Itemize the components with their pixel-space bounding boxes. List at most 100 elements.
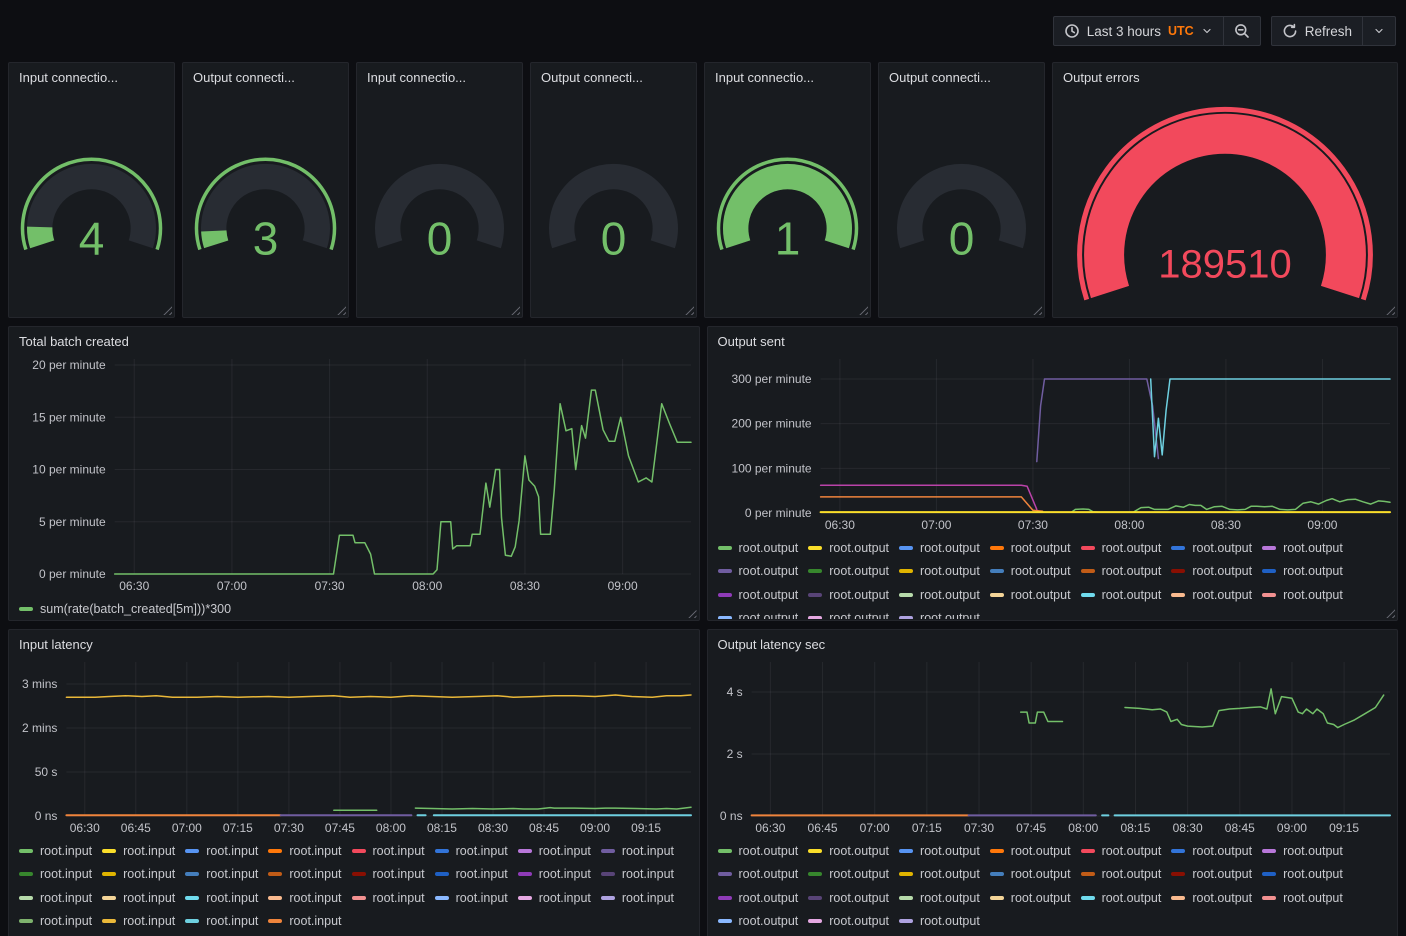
panel-title[interactable]: Input latency [9,630,699,658]
legend-item[interactable]: root.output [808,607,889,620]
legend-item[interactable]: root.input [518,839,591,863]
legend-item[interactable]: root.output [1081,863,1162,887]
legend-item[interactable]: root.input [102,839,175,863]
legend-item[interactable]: root.input [19,910,92,934]
legend-item[interactable]: root.output [1262,560,1343,584]
legend-item[interactable]: root.output [808,910,889,934]
legend-item[interactable]: root.output [808,839,889,863]
legend-item[interactable]: root.input [435,863,508,887]
legend-item[interactable]: root.output [1171,536,1252,560]
panel-title[interactable]: Output connecti... [879,63,1044,91]
legend-item[interactable]: root.output [899,583,980,607]
legend-item[interactable]: root.output [808,583,889,607]
legend-item[interactable]: root.input [435,886,508,910]
legend-item[interactable]: root.output [990,863,1071,887]
legend-item[interactable]: root.input [352,863,425,887]
legend-label: root.output [739,541,799,555]
legend-item[interactable]: root.output [718,886,799,910]
legend-item[interactable]: root.output [718,910,799,934]
panel-title[interactable]: Input connectio... [705,63,870,91]
legend-item[interactable]: root.output [990,886,1071,910]
legend-item[interactable]: root.output [1081,583,1162,607]
panel-title[interactable]: Output sent [708,327,1398,355]
legend-item[interactable]: root.output [808,536,889,560]
legend-item[interactable]: root.output [808,560,889,584]
legend-item[interactable]: root.output [1081,560,1162,584]
legend-item[interactable]: root.output [1262,839,1343,863]
legend-item[interactable]: root.input [185,886,258,910]
legend-item[interactable]: root.output [1171,583,1252,607]
legend-item[interactable]: root.input [601,863,674,887]
legend-item[interactable]: root.input [102,910,175,934]
legend-item[interactable]: root.input [185,863,258,887]
legend-item[interactable]: root.output [899,910,980,934]
panel-title[interactable]: Output latency sec [708,630,1398,658]
legend-item[interactable]: root.input [435,839,508,863]
legend-item[interactable]: root.output [718,560,799,584]
panel-title[interactable]: Input connectio... [9,63,174,91]
timeseries-chart[interactable]: 0 ns2 s4 s06:3006:4507:0007:1507:3007:45… [708,658,1398,836]
legend-item[interactable]: root.output [990,583,1071,607]
dashboard-grid: Input connectio... 4 Output connecti... … [0,62,1406,936]
legend-item[interactable]: root.output [1262,886,1343,910]
legend-item[interactable]: root.output [718,607,799,620]
time-range-button[interactable]: Last 3 hours UTC [1053,16,1224,46]
legend-item[interactable]: root.output [1081,839,1162,863]
legend-item[interactable]: root.output [718,583,799,607]
legend-item[interactable]: root.output [1171,863,1252,887]
legend-item[interactable]: root.input [19,863,92,887]
legend-item[interactable]: root.input [102,863,175,887]
legend-item[interactable]: root.output [990,839,1071,863]
legend-item[interactable]: root.input [601,839,674,863]
panel-title[interactable]: Output connecti... [183,63,348,91]
legend-item[interactable]: root.output [899,886,980,910]
legend-item[interactable]: root.output [1171,886,1252,910]
legend-item[interactable]: root.output [990,560,1071,584]
legend-item[interactable]: root.input [268,839,341,863]
time-range-label: Last 3 hours [1087,24,1161,39]
legend-item[interactable]: root.output [1171,560,1252,584]
legend-item[interactable]: root.input [19,886,92,910]
panel-title[interactable]: Input connectio... [357,63,522,91]
legend-item[interactable]: root.output [1262,583,1343,607]
panel-title[interactable]: Total batch created [9,327,699,355]
timeseries-chart[interactable]: 0 per minute100 per minute200 per minute… [708,355,1398,533]
legend-item[interactable]: root.input [185,910,258,934]
legend-item[interactable]: root.output [718,863,799,887]
timeseries-chart[interactable]: 0 per minute5 per minute10 per minute15 … [9,355,699,595]
legend-item[interactable]: root.output [1262,536,1343,560]
legend-item[interactable]: root.output [1171,839,1252,863]
legend-item[interactable]: root.input [19,839,92,863]
legend-item[interactable]: sum(rate(batch_created[5m]))*300 [19,598,231,620]
legend-item[interactable]: root.input [518,863,591,887]
legend-item[interactable]: root.input [185,839,258,863]
legend-item[interactable]: root.output [899,560,980,584]
legend-item[interactable]: root.output [718,536,799,560]
legend-item[interactable]: root.output [1081,886,1162,910]
legend-item[interactable]: root.output [808,863,889,887]
legend-item[interactable]: root.output [990,536,1071,560]
legend-item[interactable]: root.output [899,607,980,620]
legend-item[interactable]: root.input [268,886,341,910]
legend-item[interactable]: root.input [352,886,425,910]
legend-label: root.output [1283,541,1343,555]
legend-item[interactable]: root.output [1262,863,1343,887]
legend-item[interactable]: root.input [268,863,341,887]
zoom-out-button[interactable] [1223,16,1261,46]
legend-item[interactable]: root.input [518,886,591,910]
legend-item[interactable]: root.input [268,910,341,934]
legend-item[interactable]: root.output [718,839,799,863]
refresh-interval-dropdown[interactable] [1362,16,1396,46]
legend-item[interactable]: root.output [899,863,980,887]
legend-item[interactable]: root.output [899,536,980,560]
legend-item[interactable]: root.output [1081,536,1162,560]
legend-item[interactable]: root.output [899,839,980,863]
panel-title[interactable]: Output errors [1053,63,1397,91]
legend-item[interactable]: root.output [808,886,889,910]
panel-title[interactable]: Output connecti... [531,63,696,91]
timeseries-chart[interactable]: 0 ns50 s2 mins3 mins06:3006:4507:0007:15… [9,658,699,836]
legend-item[interactable]: root.input [601,886,674,910]
refresh-button[interactable]: Refresh [1271,16,1363,46]
legend-item[interactable]: root.input [352,839,425,863]
legend-item[interactable]: root.input [102,886,175,910]
